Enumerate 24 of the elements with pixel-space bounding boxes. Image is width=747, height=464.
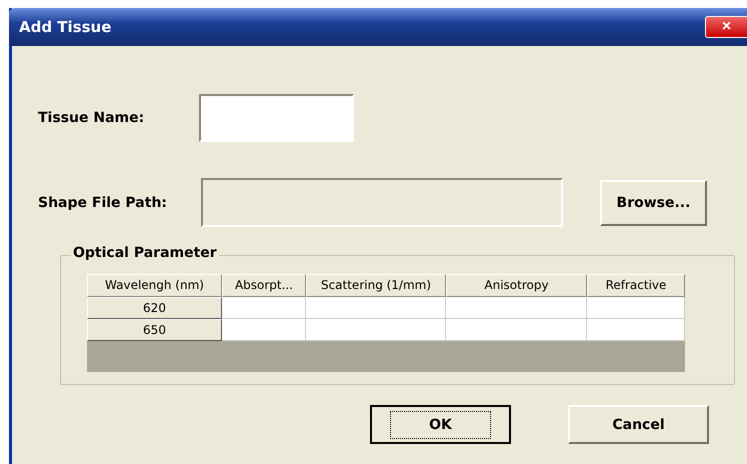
field-label: Shape File Path:	[38, 194, 168, 210]
window-title: Add Tissue	[19, 18, 112, 36]
row-header: 620	[87, 297, 222, 319]
column-header[interactable]: Refractive	[587, 274, 685, 297]
browse-button[interactable]: Browse...	[600, 180, 707, 226]
table-cell[interactable]	[587, 319, 685, 341]
column-header[interactable]: Anisotropy	[446, 274, 587, 297]
cancel-button[interactable]: Cancel	[568, 405, 709, 444]
table-cell[interactable]	[306, 319, 446, 341]
group-title: Optical Parameter	[71, 245, 219, 261]
column-header[interactable]: Absorpt...	[222, 274, 306, 297]
table-cell[interactable]	[222, 319, 306, 341]
row-header: 650	[87, 319, 222, 341]
table-cell[interactable]	[446, 319, 587, 341]
column-header[interactable]: Wavelengh (nm)	[87, 274, 222, 297]
column-header[interactable]: Scattering (1/mm)	[306, 274, 446, 297]
close-button[interactable]: ×	[705, 16, 747, 38]
table-cell[interactable]	[446, 297, 587, 319]
field-label: Tissue Name:	[38, 110, 146, 126]
table-cell[interactable]	[306, 297, 446, 319]
table-cell[interactable]	[587, 297, 685, 319]
tissue-name-field[interactable]	[199, 94, 354, 142]
ok-button[interactable]: OK	[370, 405, 511, 444]
table-cell[interactable]	[222, 297, 306, 319]
